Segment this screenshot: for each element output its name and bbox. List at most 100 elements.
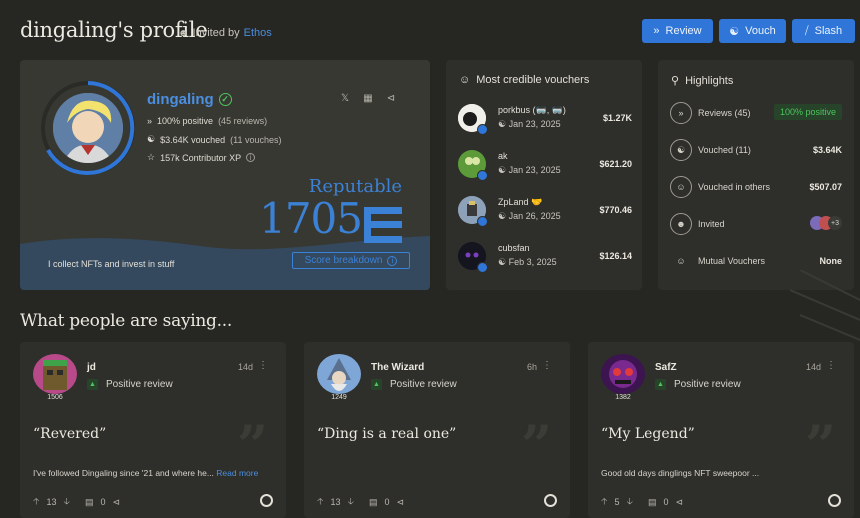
voucher-row[interactable]: cubsfan ☯ Feb 3, 2025 $126.14 bbox=[458, 240, 632, 274]
background-decoration bbox=[790, 270, 860, 341]
share-icon[interactable]: ⊲ bbox=[396, 497, 404, 508]
review-card[interactable]: 1506 jd 14d ⋮ ▲ Positive review “Revered”… bbox=[20, 342, 286, 518]
invited-more-count: +3 bbox=[828, 216, 842, 230]
comment-icon[interactable]: ▤ bbox=[648, 497, 657, 508]
invite-icon: ☻ bbox=[670, 213, 692, 235]
voucher-name: ak bbox=[498, 151, 508, 161]
vouch-button[interactable]: ☯ Vouch bbox=[719, 19, 786, 43]
ethos-logo-icon bbox=[364, 207, 402, 243]
review-sentiment: ▲ Positive review bbox=[87, 379, 173, 390]
vouchers-title: ☺ Most credible vouchers bbox=[459, 74, 590, 86]
downvote-icon[interactable]: 🡣 bbox=[347, 494, 353, 510]
review-card[interactable]: 1382 SafZ 14d ⋮ ▲ Positive review “My Leg… bbox=[588, 342, 854, 518]
profile-link-icon[interactable]: ▦ bbox=[361, 93, 375, 107]
info-icon[interactable]: i bbox=[246, 153, 256, 162]
invited-by: ☻ Invited by Ethos bbox=[178, 27, 272, 39]
vouch-summary: ☯ $3.64K vouched (11 vouches) bbox=[147, 134, 282, 145]
review-quote: “Ding is a real one” bbox=[317, 426, 457, 442]
comment-icon[interactable]: ▤ bbox=[85, 497, 94, 508]
x-icon[interactable]: 𝕏 bbox=[338, 93, 352, 107]
highlight-vouched[interactable]: ☯ Vouched (11) $3.64K bbox=[670, 139, 842, 163]
verified-icon: ✓ bbox=[218, 93, 232, 106]
voucher-date: ☯ Jan 23, 2025 bbox=[498, 165, 561, 175]
reputation-score: 1705 bbox=[259, 194, 363, 243]
voucher-row[interactable]: porkbus (🥽, 🥽) ☯ Jan 23, 2025 $1.27K bbox=[458, 102, 632, 136]
review-card[interactable]: 1249 The Wizard 6h ⋮ ▲ Positive review “D… bbox=[304, 342, 570, 518]
review-summary: » 100% positive (45 reviews) bbox=[147, 116, 268, 126]
more-options-icon[interactable]: ⋮ bbox=[826, 360, 836, 371]
profile-bio: I collect NFTs and invest in stuff bbox=[48, 259, 175, 269]
voucher-date: ☯ Jan 23, 2025 bbox=[498, 119, 561, 129]
reviewer-avatar bbox=[601, 354, 645, 394]
upvote-icon[interactable]: 🡡 bbox=[317, 494, 323, 510]
more-options-icon[interactable]: ⋮ bbox=[258, 360, 268, 371]
voucher-badge-icon bbox=[477, 124, 488, 135]
thumbs-up-icon: ▲ bbox=[655, 379, 666, 390]
quote-mark-icon: ” bbox=[520, 413, 552, 477]
voucher-badge-icon bbox=[477, 216, 488, 227]
comment-icon[interactable]: ▤ bbox=[369, 497, 378, 508]
read-more-link[interactable]: Read more bbox=[216, 468, 258, 478]
profile-card: dingaling ✓ 𝕏 ▦ ⊲ » 100% positive (45 re… bbox=[20, 60, 430, 290]
status-circle-icon[interactable] bbox=[828, 494, 841, 507]
review-sentiment: ▲ Positive review bbox=[371, 379, 457, 390]
voucher-badge-icon bbox=[477, 170, 488, 181]
highlight-vouched-others[interactable]: ☺ Vouched in others $507.07 bbox=[670, 176, 842, 200]
invite-icon: ☻ bbox=[178, 27, 189, 39]
review-sentiment: ▲ Positive review bbox=[655, 379, 741, 390]
thumbs-up-icon: ▲ bbox=[371, 379, 382, 390]
voucher-amount: $1.27K bbox=[602, 113, 632, 123]
reviewer-score: 1506 bbox=[41, 394, 69, 401]
thumbs-up-icon: ▲ bbox=[87, 379, 98, 390]
downvote-icon[interactable]: 🡣 bbox=[626, 494, 632, 510]
review-actions: 🡡 13 🡣 ▤ 0 ⊲ bbox=[33, 494, 120, 510]
xp-summary: ☆ 157k Contributor XP i bbox=[147, 152, 256, 163]
highlight-invited[interactable]: ☻ Invited +3 bbox=[670, 213, 842, 237]
review-icon: » bbox=[653, 25, 660, 37]
reviewer-score: 1249 bbox=[325, 394, 353, 401]
positive-badge: 100% positive bbox=[773, 104, 842, 120]
reviewer-name[interactable]: jd bbox=[87, 362, 96, 373]
voucher-name: cubsfan bbox=[498, 243, 530, 253]
review-time: 6h bbox=[526, 362, 537, 372]
slash-icon: ⧸ bbox=[804, 24, 809, 37]
more-options-icon[interactable]: ⋮ bbox=[542, 360, 552, 371]
highlights-title: ⚲ Highlights bbox=[671, 74, 734, 88]
review-quote: “My Legend” bbox=[601, 426, 695, 442]
highlight-reviews[interactable]: » Reviews (45) 100% positive bbox=[670, 102, 842, 126]
invited-by-link[interactable]: Ethos bbox=[244, 27, 272, 39]
voucher-date: ☯ Feb 3, 2025 bbox=[498, 257, 557, 267]
profile-name: dingaling ✓ bbox=[147, 91, 232, 108]
slash-button[interactable]: ⧸ Slash bbox=[792, 19, 855, 43]
status-circle-icon[interactable] bbox=[260, 494, 273, 507]
upvote-icon[interactable]: 🡡 bbox=[601, 494, 607, 510]
reviewer-name[interactable]: The Wizard bbox=[371, 362, 424, 373]
reviewer-name[interactable]: SafZ bbox=[655, 362, 677, 373]
downvote-icon[interactable]: 🡣 bbox=[63, 494, 69, 510]
user-search-icon: ⚲ bbox=[671, 75, 680, 87]
share-icon[interactable]: ⊲ bbox=[112, 497, 120, 508]
upvote-icon[interactable]: 🡡 bbox=[33, 494, 39, 510]
share-icon[interactable]: ⊲ bbox=[675, 497, 683, 508]
review-text: Good old days dinglings NFT sweepoor ... bbox=[601, 468, 760, 478]
share-icon[interactable]: ⊲ bbox=[384, 93, 398, 107]
review-text: I've followed Dingaling since '21 and wh… bbox=[33, 468, 259, 478]
star-icon: ☆ bbox=[147, 152, 156, 162]
profile-avatar bbox=[53, 93, 123, 163]
group-icon: ☺ bbox=[670, 176, 692, 198]
reviewer-avatar bbox=[317, 354, 361, 394]
reviewer-score: 1382 bbox=[609, 394, 637, 401]
invited-label: Invited by bbox=[192, 27, 240, 39]
voucher-row[interactable]: ak ☯ Jan 23, 2025 $621.20 bbox=[458, 148, 632, 182]
review-button[interactable]: » Review bbox=[642, 19, 713, 43]
vouch-icon: ☯ bbox=[729, 25, 740, 38]
review-actions: 🡡 13 🡣 ▤ 0 ⊲ bbox=[317, 494, 404, 510]
reviews-section-title: What people are saying... bbox=[20, 311, 232, 331]
vouch-icon: ☯ bbox=[147, 134, 156, 144]
voucher-row[interactable]: ZpLand 🤝 ☯ Jan 26, 2025 $770.46 bbox=[458, 194, 632, 228]
status-circle-icon[interactable] bbox=[544, 494, 557, 507]
voucher-badge-icon bbox=[477, 262, 488, 273]
score-breakdown-button[interactable]: Score breakdown i bbox=[292, 252, 410, 269]
info-icon: i bbox=[387, 255, 398, 266]
review-quote: “Revered” bbox=[33, 426, 107, 442]
